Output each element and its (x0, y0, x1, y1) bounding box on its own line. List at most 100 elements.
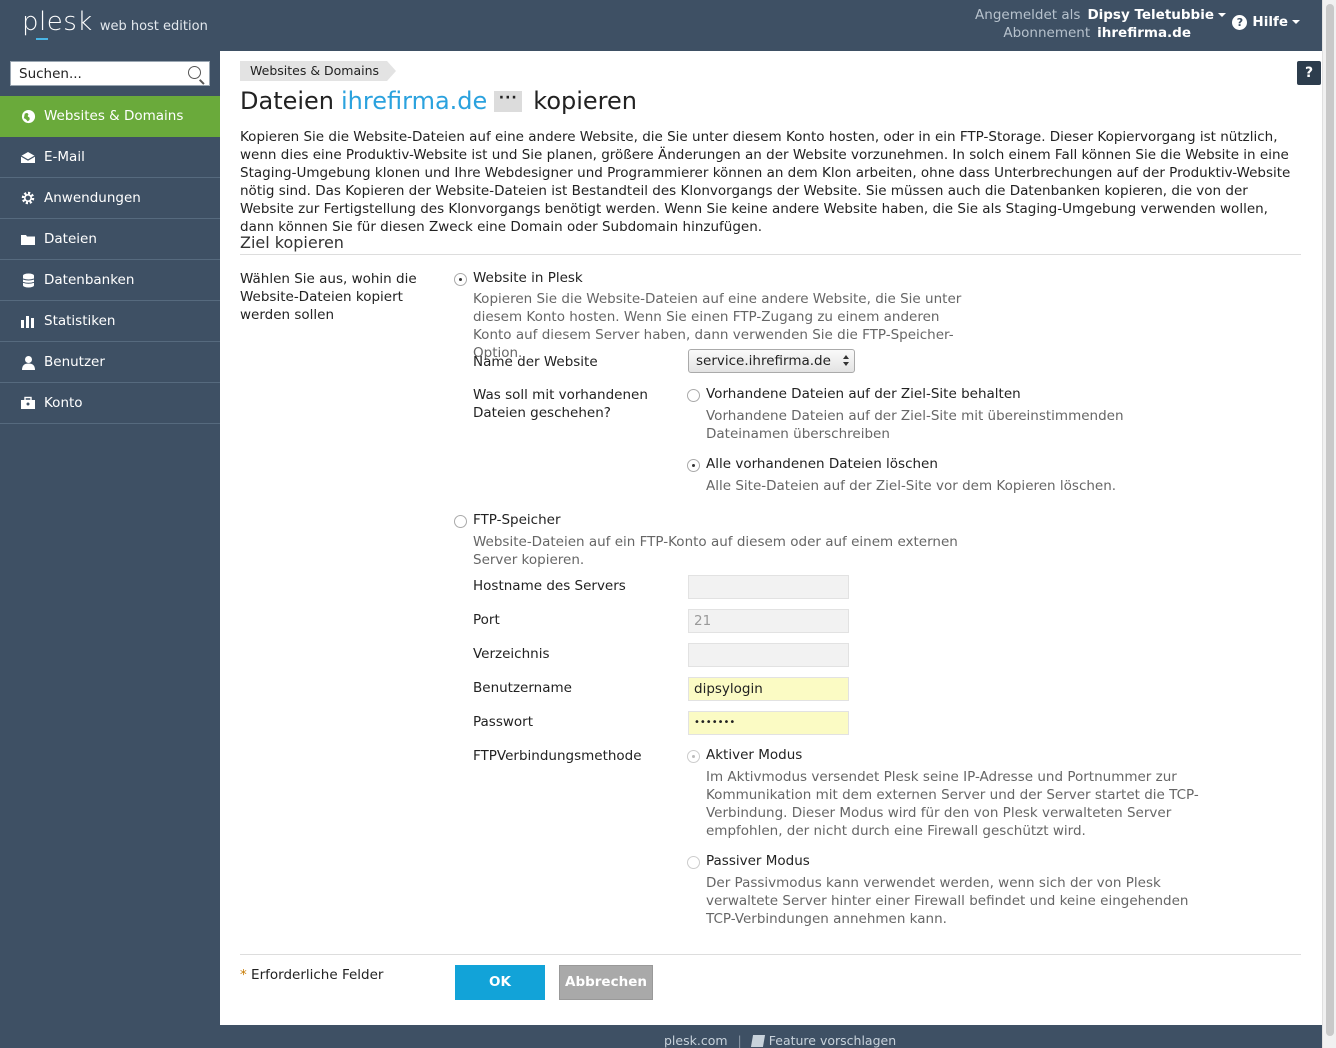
subscription-value[interactable]: ihrefirma.de (1097, 24, 1191, 42)
footer-link-feature[interactable]: Feature vorschlagen (769, 1033, 896, 1048)
hostname-label: Hostname des Servers (473, 578, 626, 594)
select-arrows-icon (843, 355, 849, 367)
hostname-input[interactable] (688, 575, 849, 599)
chevron-down-icon (1292, 20, 1300, 24)
sidebar-item-label: Konto (44, 395, 83, 411)
sidebar-nav: Websites & Domains E-Mail Anwendungen Da… (0, 96, 220, 424)
search-icon[interactable] (188, 66, 201, 79)
database-icon (20, 272, 36, 288)
active-mode-desc: Im Aktivmodus versendet Plesk seine IP-A… (706, 769, 1199, 839)
user-name: Dipsy Teletubbie (1087, 7, 1214, 23)
sidebar-item-label: E-Mail (44, 149, 85, 165)
subscription-label: Abonnement (1003, 25, 1091, 41)
required-fields-note: * Erforderliche Felder (240, 967, 383, 983)
question-circle-icon: ? (1232, 14, 1248, 30)
port-label: Port (473, 612, 500, 628)
delete-files-desc: Alle Site-Dateien auf der Ziel-Site vor … (706, 478, 1117, 494)
sidebar-item-files[interactable]: Dateien (0, 219, 220, 260)
radio-keep-files[interactable] (687, 389, 700, 402)
help-menu[interactable]: ? Hilfe (1232, 14, 1300, 30)
chevron-down-icon (1218, 13, 1226, 17)
ftp-method-label: FTPVerbindungsmethode (473, 748, 642, 764)
password-label: Passwort (473, 714, 534, 730)
ftp-storage-label: FTP-Speicher (473, 512, 561, 528)
sidebar-item-applications[interactable]: Anwendungen (0, 178, 220, 219)
top-bar: plesk web host edition Angemeldet als Di… (0, 0, 1322, 51)
sidebar-item-databases[interactable]: Datenbanken (0, 260, 220, 301)
sidebar-item-statistics[interactable]: Statistiken (0, 301, 220, 342)
search-input[interactable] (11, 62, 181, 85)
sidebar-item-users[interactable]: Benutzer (0, 342, 220, 383)
directory-label: Verzeichnis (473, 646, 550, 662)
radio-website-in-plesk[interactable] (454, 273, 467, 286)
sidebar-item-label: Benutzer (44, 354, 105, 370)
required-label: Erforderliche Felder (251, 967, 384, 983)
port-input[interactable]: 21 (688, 609, 849, 633)
bar-chart-icon (20, 313, 36, 329)
briefcase-icon (20, 395, 36, 411)
sidebar-item-label: Dateien (44, 231, 97, 247)
site-name-value: service.ihrefirma.de (696, 353, 831, 369)
radio-active-mode[interactable] (687, 750, 700, 763)
intro-text: Kopieren Sie die Website-Dateien auf ein… (240, 129, 1291, 235)
footer-link-plesk[interactable]: plesk.com (664, 1033, 728, 1048)
sidebar-item-label: Websites & Domains (44, 108, 184, 124)
gear-icon (20, 190, 36, 206)
directory-input[interactable] (688, 643, 849, 667)
user-icon (20, 354, 36, 370)
radio-delete-files[interactable] (687, 459, 700, 472)
cancel-button[interactable]: Abbrechen (559, 965, 653, 1000)
site-name-label: Name der Website (473, 354, 598, 370)
title-suffix: kopieren (533, 87, 637, 115)
passive-mode-label: Passiver Modus (706, 853, 810, 869)
radio-ftp-storage[interactable] (454, 515, 467, 528)
globe-icon (20, 108, 36, 124)
account-info: Angemeldet als Dipsy Teletubbie Abonneme… (975, 6, 1226, 42)
target-label: Wählen Sie aus, wohin die Website-Dateie… (240, 271, 417, 323)
section-title: Ziel kopieren (240, 233, 1301, 255)
website-in-plesk-label: Website in Plesk (473, 270, 583, 286)
form-divider (240, 954, 1301, 955)
sidebar-item-label: Datenbanken (44, 272, 135, 288)
footer-separator: | (737, 1033, 742, 1048)
scrollbar-thumb[interactable] (1326, 4, 1334, 1036)
active-mode-label: Aktiver Modus (706, 747, 803, 763)
title-prefix: Dateien (240, 87, 335, 115)
mail-icon (20, 149, 36, 165)
more-options-button[interactable]: ··· (494, 90, 523, 112)
sidebar-item-email[interactable]: E-Mail (0, 137, 220, 178)
plesk-logo[interactable]: plesk web host edition (22, 7, 208, 40)
user-menu[interactable]: Dipsy Teletubbie (1087, 6, 1226, 24)
breadcrumb[interactable]: Websites & Domains (240, 61, 397, 81)
context-help-button[interactable]: ? (1297, 61, 1321, 85)
ok-button[interactable]: OK (455, 965, 545, 1000)
logo-word: plesk (22, 7, 93, 40)
keep-files-label: Vorhandene Dateien auf der Ziel-Site beh… (706, 386, 1021, 402)
required-star: * (240, 967, 247, 983)
footer: plesk.com | Feature vorschlagen (220, 1025, 1322, 1048)
site-name-select[interactable]: service.ihrefirma.de (688, 349, 855, 373)
sidebar: Websites & Domains E-Mail Anwendungen Da… (0, 51, 220, 1048)
keep-files-desc: Vorhandene Dateien auf der Ziel-Site mit… (706, 408, 1124, 442)
main-content: Websites & Domains ? Dateien ihrefirma.d… (220, 51, 1322, 1025)
sidebar-item-label: Anwendungen (44, 190, 141, 206)
delete-files-label: Alle vorhandenen Dateien löschen (706, 456, 938, 472)
folder-icon (20, 231, 36, 247)
username-input[interactable]: dipsylogin (688, 677, 849, 701)
sidebar-item-account[interactable]: Konto (0, 383, 220, 424)
radio-passive-mode[interactable] (687, 856, 700, 869)
title-domain-link[interactable]: ihrefirma.de (341, 87, 487, 115)
sidebar-item-websites-domains[interactable]: Websites & Domains (0, 96, 220, 137)
logged-in-label: Angemeldet als (975, 7, 1081, 23)
password-input[interactable]: ••••••• (688, 711, 849, 735)
passive-mode-desc: Der Passivmodus kann verwendet werden, w… (706, 875, 1189, 927)
page-scrollbar[interactable] (1322, 0, 1336, 1048)
feature-suggest-icon (750, 1034, 765, 1047)
logo-edition: web host edition (99, 19, 208, 34)
help-label: Hilfe (1252, 14, 1288, 30)
existing-files-label: Was soll mit vorhandenen Dateien gescheh… (473, 387, 648, 421)
username-label: Benutzername (473, 680, 572, 696)
ftp-storage-desc: Website-Dateien auf ein FTP-Konto auf di… (473, 534, 958, 568)
page-title: Dateien ihrefirma.de ··· kopieren (240, 87, 637, 115)
sidebar-item-label: Statistiken (44, 313, 116, 329)
